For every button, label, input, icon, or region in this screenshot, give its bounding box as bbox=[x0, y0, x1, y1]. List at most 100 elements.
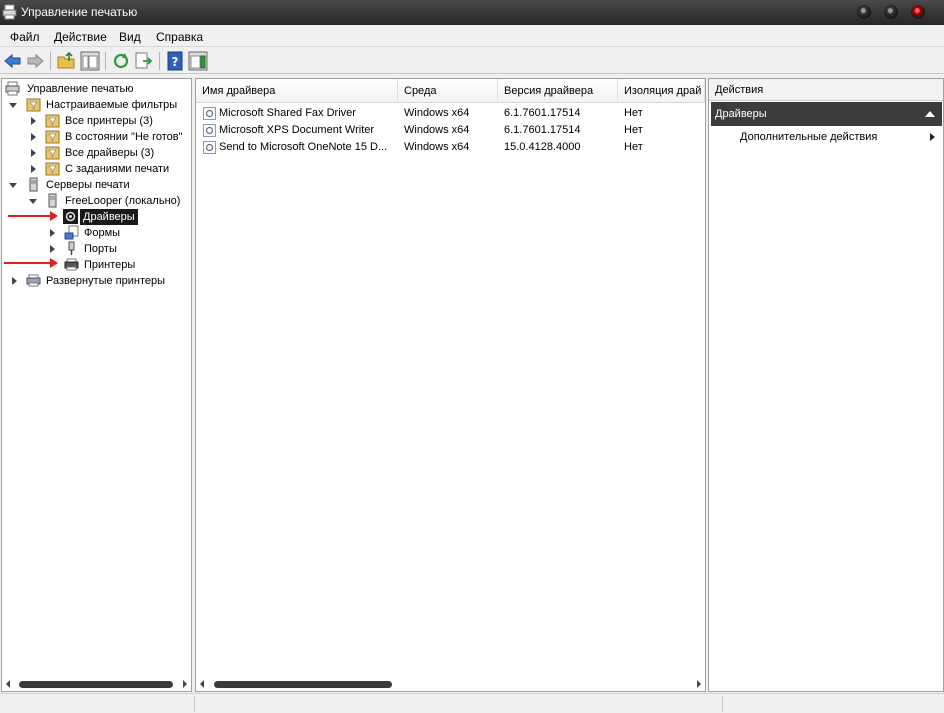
back-icon[interactable] bbox=[3, 51, 23, 71]
tree-item-all-drivers[interactable]: Все драйверы (3) bbox=[5, 145, 190, 161]
status-divider bbox=[722, 696, 723, 712]
expand-arrow-icon[interactable] bbox=[31, 149, 36, 157]
deployed-printer-icon bbox=[26, 274, 41, 287]
minimize-button[interactable] bbox=[857, 5, 871, 19]
tree-label: С заданиями печати bbox=[65, 163, 170, 175]
expand-arrow-icon[interactable] bbox=[31, 133, 36, 141]
filter-icon bbox=[45, 162, 60, 176]
column-header-driver-version[interactable]: Версия драйвера bbox=[498, 79, 618, 103]
toolbar: ? bbox=[0, 48, 944, 74]
tree-item-server-freelooper[interactable]: FreeLooper (локально) bbox=[5, 193, 190, 209]
forms-icon bbox=[64, 225, 79, 240]
expand-arrow-icon[interactable] bbox=[31, 117, 36, 125]
tree-label: Принтеры bbox=[84, 259, 136, 271]
column-header-driver-isolation[interactable]: Изоляция драй bbox=[618, 79, 705, 103]
print-management-window: Управление печатью Файл Действие Вид Спр… bbox=[0, 0, 944, 713]
cell-driver-name: Send to Microsoft OneNote 15 D... bbox=[219, 141, 388, 153]
table-row[interactable]: Microsoft Shared Fax Driver Windows x64 … bbox=[196, 105, 704, 122]
collapse-arrow-icon[interactable] bbox=[9, 103, 17, 108]
tree-label: Все принтеры (3) bbox=[65, 115, 153, 127]
collapse-arrow-icon[interactable] bbox=[9, 183, 17, 188]
table-row[interactable]: Send to Microsoft OneNote 15 D... Window… bbox=[196, 139, 704, 156]
cell-driver-name: Microsoft Shared Fax Driver bbox=[219, 107, 356, 119]
maximize-button[interactable] bbox=[884, 5, 898, 19]
filter-folder-icon bbox=[26, 98, 41, 112]
show-hide-action-pane-icon[interactable] bbox=[188, 51, 208, 71]
driver-icon bbox=[203, 107, 216, 120]
show-hide-tree-icon[interactable] bbox=[80, 51, 100, 71]
drivers-list-view: Имя драйвера Среда Версия драйвера Изоля… bbox=[195, 78, 706, 692]
scroll-right-icon[interactable] bbox=[183, 680, 187, 688]
collapse-up-icon[interactable] bbox=[925, 111, 935, 117]
list-horizontal-scrollbar[interactable] bbox=[197, 677, 704, 690]
expand-arrow-icon[interactable] bbox=[12, 277, 17, 285]
window-title: Управление печатью bbox=[21, 5, 138, 19]
expand-arrow-icon[interactable] bbox=[31, 165, 36, 173]
close-button[interactable] bbox=[911, 5, 925, 19]
cell-environment: Windows x64 bbox=[404, 141, 470, 153]
forward-icon[interactable] bbox=[25, 51, 45, 71]
scrollbar-thumb[interactable] bbox=[19, 681, 173, 688]
tree-label: FreeLooper (локально) bbox=[65, 195, 181, 207]
actions-group-drivers[interactable]: Драйверы bbox=[711, 102, 942, 126]
help-icon[interactable]: ? bbox=[165, 51, 185, 71]
menu-action[interactable]: Действие bbox=[54, 30, 107, 44]
tree-item-with-jobs[interactable]: С заданиями печати bbox=[5, 161, 190, 177]
actions-pane: Действия Драйверы Дополнительные действи… bbox=[708, 78, 944, 692]
tree-label: Серверы печати bbox=[46, 179, 130, 191]
menu-bar: Файл Действие Вид Справка bbox=[0, 25, 944, 47]
scroll-left-icon[interactable] bbox=[6, 680, 10, 688]
cell-isolation: Нет bbox=[624, 124, 643, 136]
tree-item-print-servers[interactable]: Серверы печати bbox=[5, 177, 190, 193]
actions-group-label: Драйверы bbox=[715, 108, 767, 120]
port-icon bbox=[68, 241, 75, 255]
action-more-actions[interactable]: Дополнительные действия bbox=[740, 131, 877, 143]
tree-item-ports[interactable]: Порты bbox=[5, 241, 190, 257]
menu-view[interactable]: Вид bbox=[119, 30, 141, 44]
tree-label: Формы bbox=[84, 227, 121, 239]
server-icon bbox=[29, 177, 38, 192]
svg-text:?: ? bbox=[172, 55, 179, 69]
cell-environment: Windows x64 bbox=[404, 124, 470, 136]
scrollbar-thumb[interactable] bbox=[214, 681, 392, 688]
tree-item-forms[interactable]: Формы bbox=[5, 225, 190, 241]
tree-label: Развернутые принтеры bbox=[46, 275, 166, 287]
tree-item-not-ready[interactable]: В состоянии "Не готов" bbox=[5, 129, 190, 145]
filter-icon bbox=[45, 130, 60, 144]
up-folder-icon[interactable] bbox=[56, 51, 76, 71]
tree-item-deployed-printers[interactable]: Развернутые принтеры bbox=[5, 273, 190, 289]
export-list-icon[interactable] bbox=[134, 51, 154, 71]
annotation-arrow bbox=[4, 258, 58, 268]
tree-label: Драйверы bbox=[80, 209, 138, 225]
table-row[interactable]: Microsoft XPS Document Writer Windows x6… bbox=[196, 122, 704, 139]
tree-item-printers[interactable]: Принтеры bbox=[5, 257, 190, 273]
column-header-environment[interactable]: Среда bbox=[398, 79, 498, 103]
tree-label: Все драйверы (3) bbox=[65, 147, 155, 159]
toolbar-separator bbox=[50, 52, 51, 70]
expand-arrow-icon[interactable] bbox=[50, 245, 55, 253]
cell-isolation: Нет bbox=[624, 141, 643, 153]
tree-item-all-printers[interactable]: Все принтеры (3) bbox=[5, 113, 190, 129]
scroll-right-icon[interactable] bbox=[697, 680, 701, 688]
driver-icon bbox=[203, 141, 216, 154]
cell-driver-name: Microsoft XPS Document Writer bbox=[219, 124, 375, 136]
tree-label: В состоянии "Не готов" bbox=[65, 131, 183, 143]
filter-icon bbox=[45, 114, 60, 128]
expand-arrow-icon[interactable] bbox=[50, 229, 55, 237]
tree-item-print-management[interactable]: Управление печатью bbox=[5, 81, 190, 97]
submenu-arrow-icon[interactable] bbox=[930, 133, 935, 141]
scroll-left-icon[interactable] bbox=[200, 680, 204, 688]
actions-header: Действия bbox=[709, 79, 943, 101]
menu-file[interactable]: Файл bbox=[10, 30, 40, 44]
driver-icon bbox=[203, 124, 216, 137]
cell-isolation: Нет bbox=[624, 107, 643, 119]
tree-horizontal-scrollbar[interactable] bbox=[3, 677, 190, 690]
menu-help[interactable]: Справка bbox=[156, 30, 203, 44]
status-divider bbox=[194, 696, 195, 712]
tree-item-drivers[interactable]: Драйверы bbox=[5, 209, 190, 225]
driver-icon bbox=[63, 209, 78, 224]
collapse-arrow-icon[interactable] bbox=[29, 199, 37, 204]
tree-item-custom-filters[interactable]: Настраиваемые фильтры bbox=[5, 97, 190, 113]
column-header-driver-name[interactable]: Имя драйвера bbox=[196, 79, 398, 103]
refresh-icon[interactable] bbox=[111, 51, 131, 71]
